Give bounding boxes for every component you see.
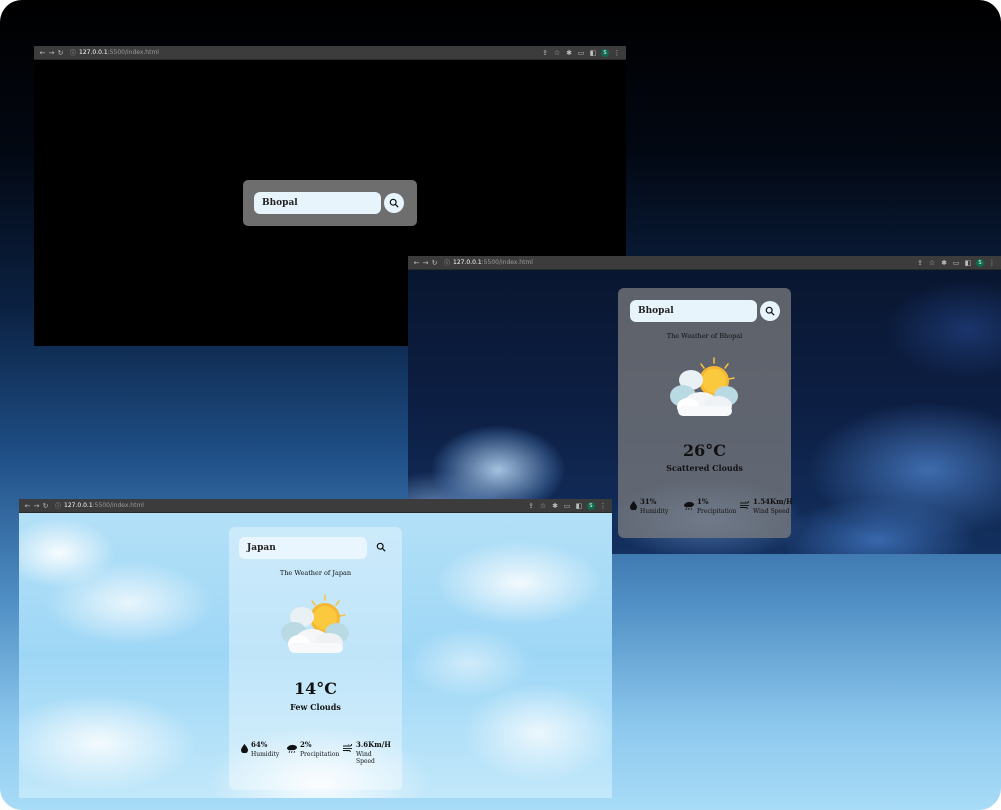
forward-icon[interactable]: → <box>421 259 430 267</box>
weather-heading: The Weather of Japan <box>279 569 352 577</box>
precipitation-label: Precipitation <box>697 508 737 515</box>
wind-icon <box>343 744 352 752</box>
extensions-icon[interactable]: ✱ <box>940 259 948 267</box>
search-input[interactable]: Bhopal <box>254 192 381 214</box>
address-bar[interactable]: ⓘ 127.0.0.1 :5500/index.html <box>55 501 144 510</box>
weather-description: Scattered Clouds <box>666 463 743 473</box>
reload-icon[interactable]: ↻ <box>41 502 50 510</box>
url-host: 127.0.0.1 <box>79 49 108 56</box>
address-bar[interactable]: ⓘ 127.0.0.1 :5500/index.html <box>444 258 533 267</box>
browser-window-japan: ← → ↻ ⓘ 127.0.0.1 :5500/index.html ⇪ ☆ ✱… <box>19 499 612 798</box>
url-path: :5500/index.html <box>481 259 533 266</box>
cast-icon[interactable]: ▭ <box>563 502 571 510</box>
weather-stats: 64% Humidity 2% Precipitation 3.6Km/H Wi… <box>241 740 391 765</box>
info-icon[interactable]: ⓘ <box>55 501 61 510</box>
star-icon[interactable]: ☆ <box>553 49 561 57</box>
share-icon[interactable]: ⇪ <box>527 502 535 510</box>
wind-icon <box>740 501 749 509</box>
browser-toolbar: ← → ↻ ⓘ 127.0.0.1 :5500/index.html ⇪ ☆ ✱… <box>34 46 626 60</box>
wind-label-line1: Wind <box>356 751 372 758</box>
info-icon[interactable]: ⓘ <box>444 258 450 267</box>
weather-icon <box>281 594 349 653</box>
humidity-label: Humidity <box>640 508 669 515</box>
weather-heading: The Weather of Bhopal <box>666 332 743 340</box>
sidepanel-icon[interactable]: ◧ <box>589 49 597 57</box>
humidity-label: Humidity <box>251 751 280 758</box>
sidepanel-icon[interactable]: ◧ <box>964 259 972 267</box>
profile-avatar[interactable]: S <box>587 501 595 510</box>
browser-toolbar: ← → ↻ ⓘ 127.0.0.1 :5500/index.html ⇪ ☆ ✱… <box>19 499 612 513</box>
search-button[interactable] <box>760 301 780 321</box>
wind-label-line2: Speed <box>356 758 375 765</box>
forward-icon[interactable]: → <box>47 49 56 57</box>
extensions-icon[interactable]: ✱ <box>551 502 559 510</box>
search-icon <box>765 306 775 316</box>
info-icon[interactable]: ⓘ <box>70 48 76 57</box>
temperature: 14°C <box>294 679 337 698</box>
url-host: 127.0.0.1 <box>64 502 93 509</box>
search-button[interactable] <box>384 193 404 213</box>
wind-value: 1.54Km/H <box>753 497 793 506</box>
humidity-icon <box>630 501 637 510</box>
search-icon <box>376 542 386 552</box>
precipitation-stat: 1% Precipitation <box>684 497 740 515</box>
search-card: Bhopal <box>243 180 417 226</box>
profile-avatar[interactable]: S <box>976 258 984 267</box>
cast-icon[interactable]: ▭ <box>952 259 960 267</box>
star-icon[interactable]: ☆ <box>539 502 547 510</box>
precipitation-label: Precipitation <box>300 751 340 758</box>
wind-label: Wind Speed <box>753 508 790 515</box>
back-icon[interactable]: ← <box>38 49 47 57</box>
weather-card: Bhopal The Weather of Bhopal 26°C Scatte… <box>618 288 793 538</box>
url-host: 127.0.0.1 <box>453 259 482 266</box>
humidity-stat: 64% Humidity <box>241 740 287 765</box>
browser-toolbar: ← → ↻ ⓘ 127.0.0.1 :5500/index.html ⇪ ☆ ✱… <box>408 256 1001 270</box>
weather-description: Few Clouds <box>290 702 341 712</box>
address-bar[interactable]: ⓘ 127.0.0.1 :5500/index.html <box>70 48 159 57</box>
back-icon[interactable]: ← <box>412 259 421 267</box>
back-icon[interactable]: ← <box>23 502 32 510</box>
precipitation-stat: 2% Precipitation <box>287 740 343 765</box>
weather-stats: 31% Humidity 1% Precipitation 1.54Km/H W… <box>630 497 793 515</box>
reload-icon[interactable]: ↻ <box>430 259 439 267</box>
menu-icon[interactable]: ⋮ <box>988 259 996 267</box>
sidepanel-icon[interactable]: ◧ <box>575 502 583 510</box>
star-icon[interactable]: ☆ <box>928 259 936 267</box>
share-icon[interactable]: ⇪ <box>541 49 549 57</box>
humidity-value: 31% <box>640 497 657 506</box>
search-input[interactable]: Japan <box>239 537 367 559</box>
url-path: :5500/index.html <box>107 49 159 56</box>
precipitation-value: 2% <box>300 740 312 749</box>
reload-icon[interactable]: ↻ <box>56 49 65 57</box>
precipitation-value: 1% <box>697 497 709 506</box>
wind-stat: 3.6Km/H Wind Speed <box>343 740 391 765</box>
forward-icon[interactable]: → <box>32 502 41 510</box>
menu-icon[interactable]: ⋮ <box>613 49 621 57</box>
menu-icon[interactable]: ⋮ <box>599 502 607 510</box>
search-input[interactable]: Bhopal <box>630 300 757 322</box>
wind-value: 3.6Km/H <box>356 740 391 749</box>
humidity-value: 64% <box>251 740 268 749</box>
humidity-stat: 31% Humidity <box>630 497 684 515</box>
weather-card: Japan The Weather of Japan 14°C Few Clou… <box>229 527 402 790</box>
showcase-frame: ← → ↻ ⓘ 127.0.0.1 :5500/index.html ⇪ ☆ ✱… <box>0 0 1001 810</box>
profile-avatar[interactable]: S <box>601 48 609 57</box>
wind-stat: 1.54Km/H Wind Speed <box>740 497 793 515</box>
url-path: :5500/index.html <box>92 502 144 509</box>
search-icon <box>389 198 399 208</box>
search-button[interactable] <box>371 537 391 557</box>
temperature: 26°C <box>683 441 726 460</box>
humidity-icon <box>241 744 248 753</box>
page-content: Japan The Weather of Japan 14°C Few Clou… <box>19 513 612 798</box>
weather-icon <box>670 357 738 416</box>
precipitation-icon <box>684 501 694 510</box>
share-icon[interactable]: ⇪ <box>916 259 924 267</box>
cast-icon[interactable]: ▭ <box>577 49 585 57</box>
extensions-icon[interactable]: ✱ <box>565 49 573 57</box>
precipitation-icon <box>287 744 297 753</box>
